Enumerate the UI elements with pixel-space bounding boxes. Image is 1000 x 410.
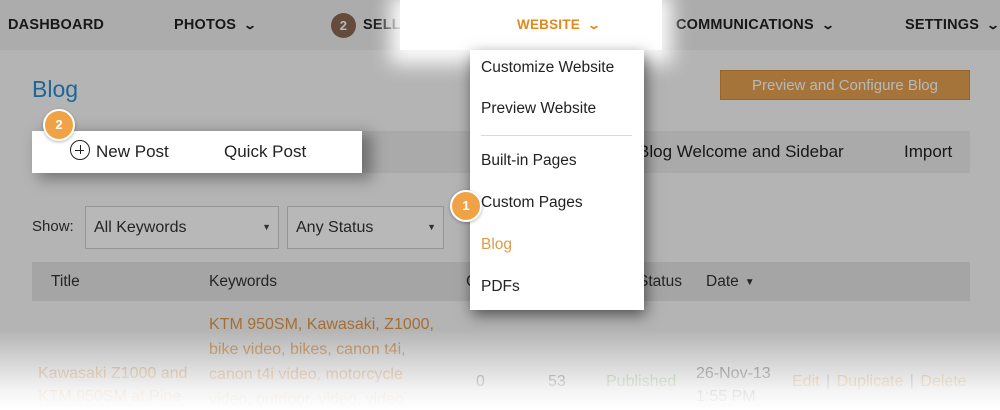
menu-item-customize-website[interactable]: Customize Website [481,59,614,77]
selling-count-badge: 2 [331,12,356,38]
chevron-down-icon: ⌄ [243,18,258,32]
action-separator: | [909,373,914,390]
status-filter-value: Any Status [296,219,374,236]
nav-website-label: WEBSITE [517,17,580,32]
preview-configure-blog-button[interactable]: Preview and Configure Blog [720,70,970,100]
tab-blog-welcome-sidebar[interactable]: Blog Welcome and Sidebar [638,131,844,173]
chevron-down-icon: ⌄ [586,18,602,32]
keyword-line[interactable]: KTM 950SM, Kawasaki, Z1000, [209,312,434,337]
menu-item-custom-pages[interactable]: Custom Pages [481,194,583,212]
menu-divider [481,135,632,136]
column-header-date-label: Date [706,273,739,290]
nav-photos-label: PHOTOS [174,17,237,33]
tab-new-post-label: New Post [96,142,169,161]
nav-dashboard[interactable]: DASHBOARD [8,0,104,50]
chevron-down-icon: ⌄ [820,18,836,32]
keywords-filter-select[interactable]: All Keywords ▼ [85,206,279,249]
nav-communications-label: COMMUNICATIONS [676,17,814,33]
edit-post-link[interactable]: Edit [792,373,820,390]
sort-down-icon: ▼ [744,277,755,288]
nav-photos[interactable]: PHOTOS ⌄ [174,0,258,50]
step-1-callout-badge: 1 [450,190,482,222]
column-header-status[interactable]: Status [638,262,682,301]
post-title-line: Kawasaki Z1000 and [38,365,188,382]
post-date: 26-Nov-13 1:55 PM [696,362,771,408]
post-status-badge: Published [606,373,677,390]
status-filter-select[interactable]: Any Status ▼ [287,206,444,249]
tab-import[interactable]: Import [904,131,952,173]
keyword-line[interactable]: video, outdoor, video, video [209,387,434,410]
post-date-line: 26-Nov-13 [696,365,771,382]
page-title: Blog [32,76,79,102]
menu-item-blog[interactable]: Blog [481,236,512,254]
post-actions: Edit | Duplicate | Delete [792,373,967,391]
dropdown-caret-icon: ▼ [262,222,271,232]
nav-settings-label: SETTINGS [905,17,980,33]
action-separator: | [826,373,831,390]
keyword-line[interactable]: bike video, bikes, canon t4i, [209,337,434,362]
column-header-keywords[interactable]: Keywords [209,262,277,301]
menu-item-built-in-pages[interactable]: Built-in Pages [481,152,577,170]
nav-website[interactable]: WEBSITE ⌄ [517,0,602,50]
nav-dashboard-label: DASHBOARD [8,17,105,33]
duplicate-post-link[interactable]: Duplicate [837,373,904,390]
menu-item-preview-website[interactable]: Preview Website [481,100,596,118]
column-header-title[interactable]: Title [51,262,80,301]
post-comment-count: 0 [476,373,485,390]
website-dropdown-menu: Customize Website Preview Website Built-… [470,50,644,310]
table-row: Kawasaki Z1000 and KTM 950SM at Pine KTM… [32,310,970,410]
post-keywords: KTM 950SM, Kawasaki, Z1000, bike video, … [209,312,434,410]
column-header-date[interactable]: Date ▼ [706,262,755,302]
chevron-down-icon: ⌄ [986,18,1000,32]
tab-quick-post[interactable]: Quick Post [224,131,306,173]
nav-settings[interactable]: SETTINGS ⌄ [905,0,1000,50]
step-2-callout-badge: 2 [43,109,75,141]
tab-new-post[interactable]: New Post [70,131,169,173]
show-filter-label: Show: [32,218,74,235]
menu-item-pdfs[interactable]: PDFs [481,278,520,296]
delete-post-link[interactable]: Delete [920,373,966,390]
post-title-line: KTM 950SM at Pine [38,388,182,405]
post-view-count: 53 [548,373,566,390]
plus-circle-icon [70,140,90,160]
post-title-link[interactable]: Kawasaki Z1000 and KTM 950SM at Pine [38,362,187,408]
dropdown-caret-icon: ▼ [427,222,436,232]
nav-communications[interactable]: COMMUNICATIONS ⌄ [676,0,836,50]
keyword-line[interactable]: canon t4i video, motorcycle [209,362,434,387]
post-tabs-highlight: New Post Quick Post [32,131,362,173]
keywords-filter-value: All Keywords [94,219,187,236]
post-time-line: 1:55 PM [696,388,756,405]
